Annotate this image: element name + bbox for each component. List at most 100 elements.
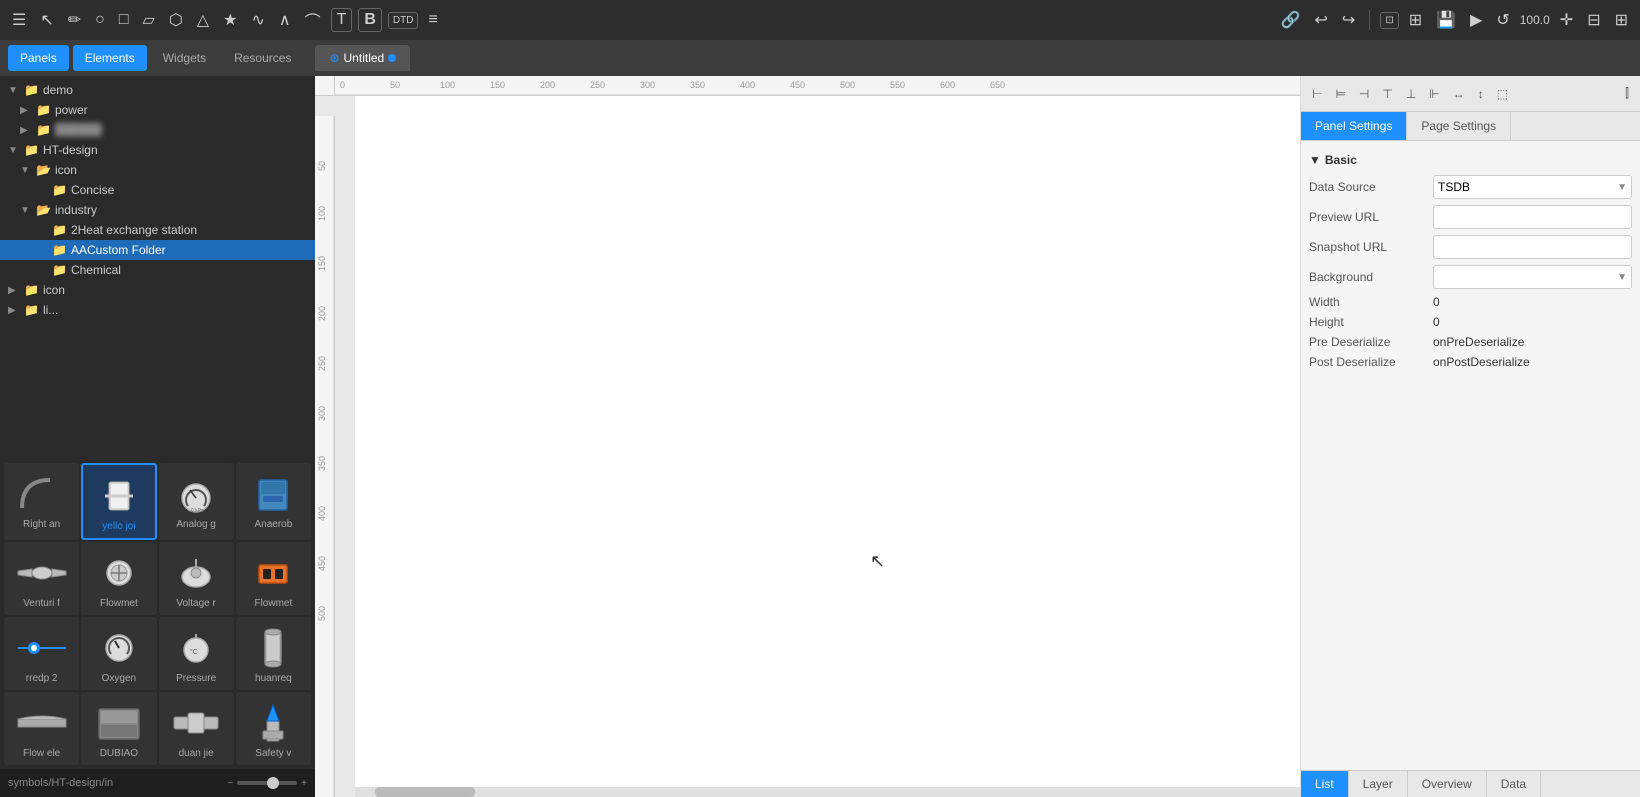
element-duan-jie[interactable]: duan jie xyxy=(159,692,234,765)
align-center-v-icon[interactable]: ⊥ xyxy=(1401,83,1421,105)
tree-item-concise[interactable]: 📁 Concise xyxy=(0,180,315,200)
more-align-icon[interactable]: ⫿ xyxy=(1620,82,1634,105)
tree-item-demo[interactable]: ▼ 📁 demo xyxy=(0,80,315,100)
hex-icon[interactable]: ⬡ xyxy=(165,6,187,34)
tree-item-heat-exchange[interactable]: 📁 2Heat exchange station xyxy=(0,220,315,240)
horizontal-scrollbar[interactable] xyxy=(355,787,1300,797)
element-flowmeter2[interactable]: Flowmet xyxy=(236,542,311,615)
select-icon[interactable]: ↖ xyxy=(36,6,57,34)
rect-icon[interactable]: □ xyxy=(115,7,133,33)
main-layout: ▼ 📁 demo ▶ 📁 power ▶ 📁 ██████ ▼ 📁 HT-des… xyxy=(0,76,1640,797)
pen-icon[interactable]: ✏ xyxy=(64,6,85,34)
tree-item-power[interactable]: ▶ 📁 power xyxy=(0,100,315,120)
distribute-v-icon[interactable]: ↕ xyxy=(1473,83,1489,105)
tab-panels[interactable]: Panels xyxy=(8,45,69,71)
tab-panel-settings[interactable]: Panel Settings xyxy=(1301,112,1407,140)
element-dubiao[interactable]: DUBIAO xyxy=(81,692,156,765)
link-icon[interactable]: 🔗 xyxy=(1277,6,1305,34)
element-huanreq[interactable]: huanreq xyxy=(236,617,311,690)
tree-item-icon[interactable]: ▼ 📂 icon xyxy=(0,160,315,180)
redo-icon[interactable]: ↪ xyxy=(1338,6,1359,34)
window2-icon[interactable]: ⊞ xyxy=(1611,6,1632,34)
arc-icon[interactable]: ⌒ xyxy=(301,4,325,36)
element-thumb xyxy=(89,548,149,598)
preview-url-input[interactable] xyxy=(1433,205,1632,229)
element-grid: Right an yello joi xyxy=(0,459,315,769)
move-icon[interactable]: ✛ xyxy=(1556,6,1577,34)
tree-item-ht-design[interactable]: ▼ 📁 HT-design xyxy=(0,140,315,160)
tab-widgets[interactable]: Widgets xyxy=(151,45,218,71)
collapse-icon[interactable]: ▼ xyxy=(1309,153,1321,167)
element-yello-join[interactable]: yello joi xyxy=(81,463,156,540)
tab-layer[interactable]: Layer xyxy=(1349,771,1408,797)
element-anaerob[interactable]: Anaerob xyxy=(236,463,311,540)
tree-item-chemical[interactable]: 📁 Chemical xyxy=(0,260,315,280)
svg-text:450: 450 xyxy=(790,80,805,90)
tree-item-li[interactable]: ▶ 📁 li... xyxy=(0,300,315,320)
tab-page-settings[interactable]: Page Settings xyxy=(1407,112,1511,140)
slider-min: − xyxy=(227,778,233,789)
element-thumb xyxy=(89,698,149,748)
element-analog-gauge[interactable]: 0 kPa Analog g xyxy=(159,463,234,540)
snapshot-url-input[interactable] xyxy=(1433,235,1632,259)
parallelogram-icon[interactable]: ▱ xyxy=(139,6,159,34)
tree-item-industry[interactable]: ▼ 📂 industry xyxy=(0,200,315,220)
save-icon[interactable]: 💾 xyxy=(1432,6,1460,34)
element-label: Flowmet xyxy=(238,598,309,609)
tab-list[interactable]: List xyxy=(1301,771,1349,797)
tab-elements[interactable]: Elements xyxy=(73,45,147,71)
svg-text:250: 250 xyxy=(317,356,327,371)
background-select[interactable]: ▼ xyxy=(1433,265,1632,289)
list-icon[interactable]: ≡ xyxy=(424,7,441,33)
data-source-select[interactable]: TSDB ▼ xyxy=(1433,175,1632,199)
scrollbar-thumb[interactable] xyxy=(375,787,475,797)
align-center-h-icon[interactable]: ⊨ xyxy=(1330,83,1350,105)
tree-item-blurred[interactable]: ▶ 📁 ██████ xyxy=(0,120,315,140)
tree-item-aacustom[interactable]: 📁 AACustom Folder xyxy=(0,240,315,260)
element-right-angle[interactable]: Right an xyxy=(4,463,79,540)
tree-view[interactable]: ▼ 📁 demo ▶ 📁 power ▶ 📁 ██████ ▼ 📁 HT-des… xyxy=(0,76,315,459)
tab-resources[interactable]: Resources xyxy=(222,45,303,71)
canvas-content[interactable]: ↖ xyxy=(355,96,1300,797)
svg-text:350: 350 xyxy=(690,80,705,90)
file-tab[interactable]: ⊛ Untitled xyxy=(315,45,410,71)
frame-icon[interactable]: ⊡ xyxy=(1380,12,1398,29)
align-bottom-icon[interactable]: ⊩ xyxy=(1424,83,1444,105)
element-safety-valve[interactable]: Safety v xyxy=(236,692,311,765)
tab-overview[interactable]: Overview xyxy=(1408,771,1487,797)
dtd-icon[interactable]: DTD xyxy=(388,12,419,29)
canvas-area[interactable]: 0 50 100 150 200 250 300 350 400 450 500… xyxy=(315,76,1300,797)
zoom-slider[interactable] xyxy=(237,781,297,785)
tab-data[interactable]: Data xyxy=(1487,771,1541,797)
element-oxygen[interactable]: Oxygen xyxy=(81,617,156,690)
element-rredp[interactable]: rredp 2 xyxy=(4,617,79,690)
refresh-icon[interactable]: ↺ xyxy=(1492,6,1513,34)
element-thumb xyxy=(166,698,226,748)
element-flow-ele[interactable]: Flow ele xyxy=(4,692,79,765)
element-flowmeter1[interactable]: Flowmet xyxy=(81,542,156,615)
element-voltage[interactable]: Voltage r xyxy=(159,542,234,615)
play-icon[interactable]: ▶ xyxy=(1466,6,1486,34)
element-venturi[interactable]: Venturi f xyxy=(4,542,79,615)
distribute-h-icon[interactable]: ↔ xyxy=(1448,83,1470,105)
tree-label: icon xyxy=(55,163,77,177)
triangle-icon[interactable]: △ xyxy=(193,6,213,34)
text-icon[interactable]: T xyxy=(331,8,353,32)
angle-icon[interactable]: ∧ xyxy=(275,6,295,34)
bold-icon[interactable]: B xyxy=(358,8,382,32)
undo-icon[interactable]: ↩ xyxy=(1311,6,1332,34)
circle-icon[interactable]: ○ xyxy=(91,7,109,33)
svg-text:300: 300 xyxy=(317,406,327,421)
menu-icon[interactable]: ☰ xyxy=(8,6,30,34)
wave-icon[interactable]: ∿ xyxy=(247,6,268,34)
tree-item-icon2[interactable]: ▶ 📁 icon xyxy=(0,280,315,300)
grid-icon[interactable]: ⊞ xyxy=(1405,6,1426,34)
align-top-icon[interactable]: ⊤ xyxy=(1377,83,1397,105)
align-right-icon[interactable]: ⊣ xyxy=(1354,83,1374,105)
align-left-icon[interactable]: ⊢ xyxy=(1307,83,1327,105)
element-pressure[interactable]: °C Pressure xyxy=(159,617,234,690)
fit-icon[interactable]: ⬚ xyxy=(1492,83,1513,105)
svg-text:400: 400 xyxy=(317,506,327,521)
star-icon[interactable]: ★ xyxy=(219,6,241,34)
window1-icon[interactable]: ⊟ xyxy=(1583,6,1604,34)
